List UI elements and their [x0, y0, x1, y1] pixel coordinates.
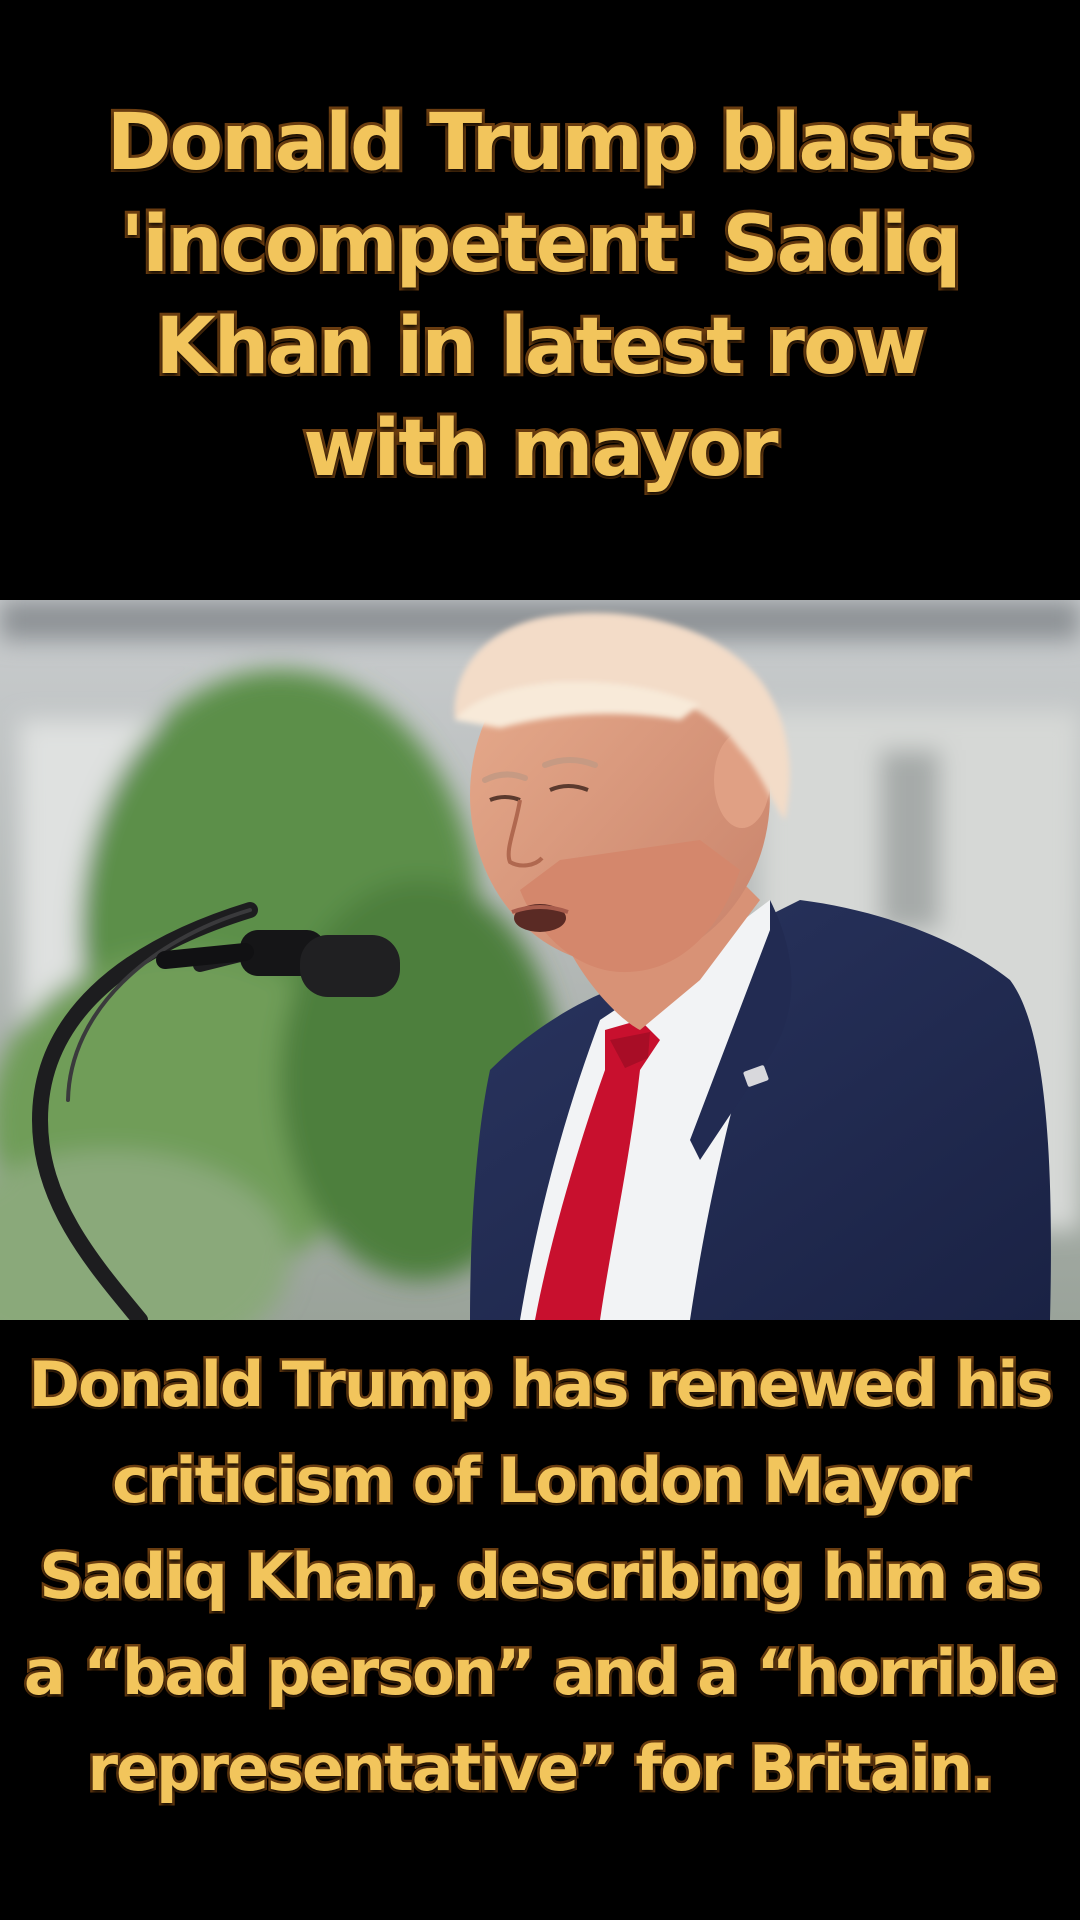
headline: Donald Trump blasts 'incompetent' Sadiq … [104, 95, 978, 497]
body-text: Donald Trump has renewed his criticism o… [21, 1346, 1060, 1808]
news-photo [0, 600, 1080, 1320]
